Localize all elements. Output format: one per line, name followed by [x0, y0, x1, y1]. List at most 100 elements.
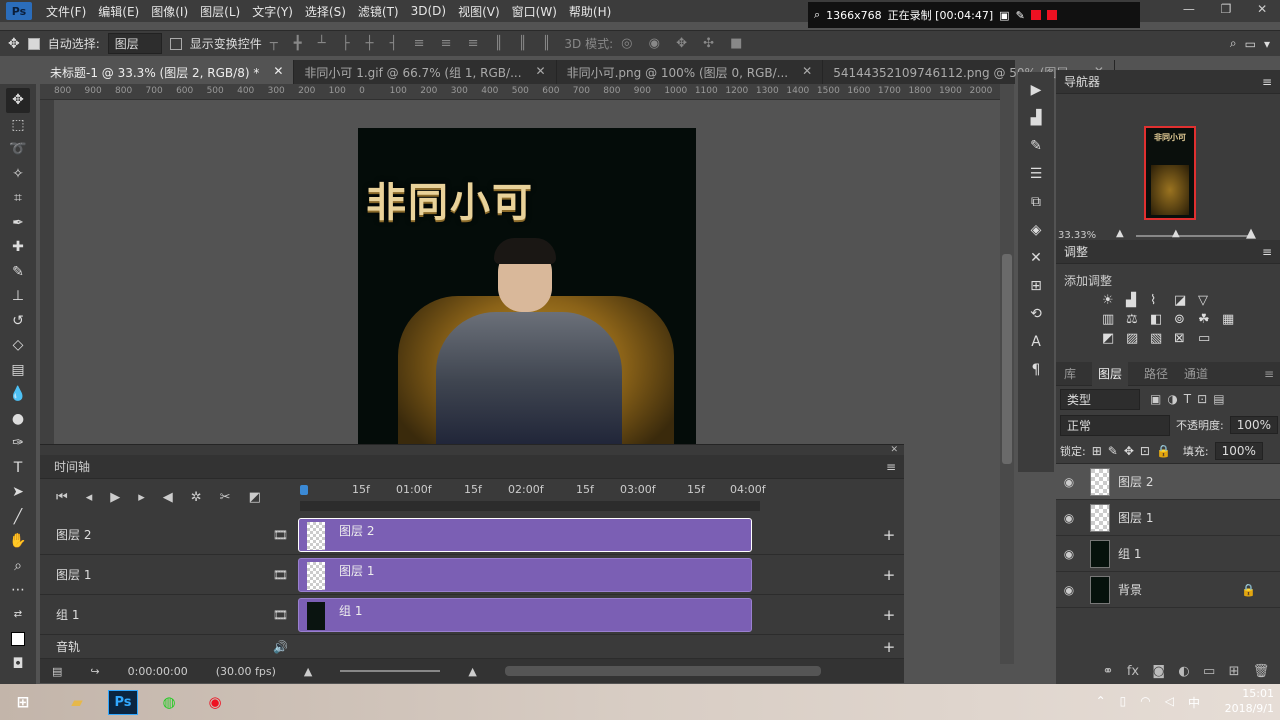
3d-mode-icons[interactable]: ◎ ◉ ✥ ✣ ■: [621, 36, 748, 51]
brightness-icon[interactable]: ☀: [1102, 293, 1126, 308]
menu-view[interactable]: 视图(V): [458, 3, 500, 20]
levels-icon[interactable]: ▟: [1126, 293, 1150, 308]
audio-track-name[interactable]: 音轨 🔊: [40, 638, 298, 655]
sliders-icon[interactable]: ☰: [1030, 166, 1043, 182]
lock-icons[interactable]: ⊞✎✥⊡🔒: [1092, 444, 1177, 458]
zoom-slider-thumb[interactable]: ▲: [1172, 228, 1180, 239]
eyedropper-tool-icon[interactable]: ✒: [6, 211, 30, 236]
stop-record-icon[interactable]: [1046, 10, 1057, 20]
layer-comps-icon[interactable]: ⊞: [1030, 278, 1042, 294]
close-tab-icon[interactable]: ✕: [536, 64, 546, 80]
tab-layers[interactable]: 图层: [1092, 361, 1129, 386]
wifi-icon[interactable]: ◠: [1140, 694, 1150, 711]
clone-source-icon[interactable]: ⧉: [1031, 194, 1041, 210]
taskbar-photoshop[interactable]: Ps: [100, 685, 146, 719]
menu-filter[interactable]: 滤镜(T): [358, 3, 399, 20]
panel-menu-icon[interactable]: ≡: [1264, 367, 1274, 381]
timeline-clip[interactable]: 组 1: [298, 597, 752, 632]
color-swatch-icon[interactable]: [6, 627, 30, 652]
history-brush-tool-icon[interactable]: ↺: [6, 309, 30, 334]
workspace-dropdown-icon[interactable]: ▾: [1264, 37, 1270, 51]
eye-icon[interactable]: ◉: [1056, 547, 1082, 561]
workspace-icon[interactable]: ▭: [1245, 37, 1256, 51]
tab-doc-2[interactable]: 非同小可 1.gif @ 66.7% (组 1, RGB/... ✕: [294, 60, 557, 84]
eye-icon[interactable]: ◉: [1056, 511, 1082, 525]
render-icon[interactable]: ↪: [90, 665, 99, 678]
mask-icon[interactable]: ◙: [1152, 664, 1165, 679]
search-icon[interactable]: ⌕: [814, 8, 820, 22]
canvas-area[interactable]: 非同小可: [54, 100, 1000, 445]
windows-start-icon[interactable]: ⊞: [0, 685, 46, 719]
magic-wand-tool-icon[interactable]: ✧: [6, 162, 30, 187]
gradient-map-icon[interactable]: ▭: [1198, 331, 1222, 346]
move-tool-icon[interactable]: ✥: [6, 88, 30, 113]
path-select-tool-icon[interactable]: ➤: [6, 480, 30, 505]
zoom-in-timeline-icon[interactable]: ▲: [468, 665, 476, 678]
tab-channels[interactable]: 通道: [1184, 365, 1208, 382]
history-icon[interactable]: ⟲: [1030, 306, 1042, 322]
more-tools-icon[interactable]: ⋯: [6, 578, 30, 603]
histogram-icon[interactable]: ▟: [1031, 110, 1042, 126]
file-explorer-icon[interactable]: ▰: [54, 685, 100, 719]
zoom-out-icon[interactable]: ▲: [1116, 228, 1124, 239]
threshold-icon[interactable]: ▧: [1150, 331, 1174, 346]
menu-select[interactable]: 选择(S): [305, 3, 346, 20]
timeline-close[interactable]: ✕: [40, 445, 904, 455]
hand-tool-icon[interactable]: ✋: [6, 529, 30, 554]
timeline-hscroll[interactable]: [504, 666, 821, 676]
layer-row[interactable]: ◉ 图层 2: [1056, 464, 1280, 500]
tab-doc-3[interactable]: 非同小可.png @ 100% (图层 0, RGB/... ✕: [557, 60, 824, 84]
zoom-tool-icon[interactable]: ⌕: [6, 554, 30, 579]
blend-mode-dropdown[interactable]: 正常: [1060, 414, 1170, 436]
add-media-icon[interactable]: +: [874, 566, 904, 584]
battery-icon[interactable]: ▯: [1120, 694, 1127, 711]
marquee-tool-icon[interactable]: ⬚: [6, 113, 30, 138]
close-icon[interactable]: ✕: [1257, 2, 1267, 20]
navigator-zoom[interactable]: 33.33%: [1058, 230, 1096, 241]
hue-icon[interactable]: ▥: [1102, 312, 1126, 327]
panel-menu-icon[interactable]: ≡: [1262, 75, 1272, 89]
next-frame-icon[interactable]: ▸: [138, 490, 145, 505]
close-tab-icon[interactable]: ✕: [273, 64, 283, 80]
selective-color-icon[interactable]: ⊠: [1174, 331, 1198, 346]
trash-icon[interactable]: 🗑: [1253, 664, 1270, 679]
gradient-tool-icon[interactable]: ▤: [6, 358, 30, 383]
canvas-scrollbar[interactable]: [1000, 84, 1014, 664]
auto-select-checkbox[interactable]: [27, 37, 40, 50]
timeline-clip[interactable]: 图层 2: [298, 517, 752, 552]
tray-arrow-icon[interactable]: ⌃: [1096, 694, 1106, 711]
menu-window[interactable]: 窗口(W): [512, 3, 557, 20]
browser-icon[interactable]: ◍: [146, 685, 192, 719]
new-layer-icon[interactable]: ⊞: [1229, 664, 1240, 679]
crop-tool-icon[interactable]: ⌗: [6, 186, 30, 211]
restore-icon[interactable]: ❐: [1221, 2, 1232, 20]
panel-menu-icon[interactable]: ≡: [886, 460, 896, 474]
layer-filter-dropdown[interactable]: 类型: [1060, 388, 1140, 410]
film-icon[interactable]: 🎞: [273, 528, 288, 542]
invert-icon[interactable]: ◩: [1102, 331, 1126, 346]
panel-menu-icon[interactable]: ≡: [1262, 245, 1272, 259]
eraser-tool-icon[interactable]: ◇: [6, 333, 30, 358]
audio-toggle-icon[interactable]: ◀: [163, 490, 173, 505]
first-frame-icon[interactable]: ⏮: [56, 490, 68, 505]
tab-doc-1[interactable]: 未标题-1 @ 33.3% (图层 2, RGB/8) * ✕: [40, 60, 295, 84]
fx-icon[interactable]: fx: [1127, 664, 1139, 679]
bw-icon[interactable]: ◧: [1150, 312, 1174, 327]
zoom-slider[interactable]: [1136, 235, 1248, 237]
play-action-icon[interactable]: ▶: [1031, 82, 1042, 98]
navigator-thumbnail[interactable]: 非同小可: [1144, 126, 1196, 220]
eye-icon[interactable]: ◉: [1056, 583, 1082, 597]
auto-select-dropdown[interactable]: 图层: [107, 33, 162, 54]
menu-3d[interactable]: 3D(D): [411, 4, 446, 18]
swap-colors-icon[interactable]: ⇄: [6, 603, 30, 628]
play-icon[interactable]: ▶: [110, 490, 120, 505]
timeline-zoom-slider[interactable]: [340, 670, 441, 672]
quick-mask-icon[interactable]: ◘: [6, 652, 30, 677]
pen-tool-icon[interactable]: ✑: [6, 431, 30, 456]
camera-icon[interactable]: ▣: [999, 9, 1009, 22]
type-tool-icon[interactable]: T: [6, 456, 30, 481]
track-name[interactable]: 图层 2 🎞: [40, 526, 298, 543]
film-icon[interactable]: 🎞: [273, 608, 288, 622]
tools-icon[interactable]: ✕: [1030, 250, 1042, 266]
track-name[interactable]: 图层 1 🎞: [40, 566, 298, 583]
